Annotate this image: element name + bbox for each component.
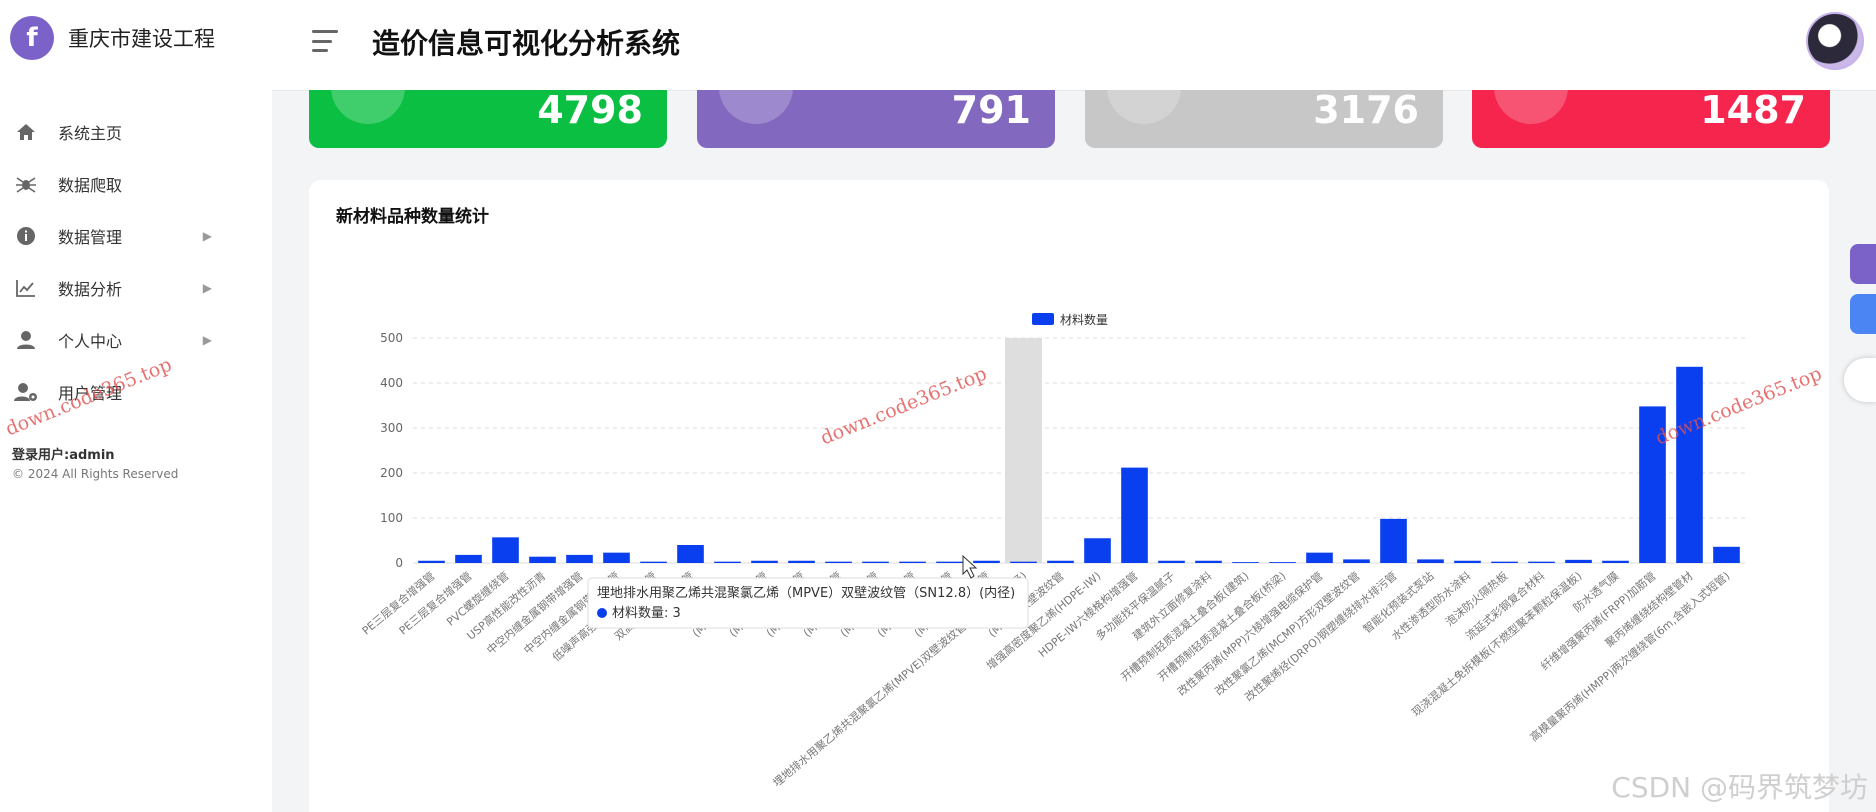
x-tick-label: PVC螺旋缠绕管 bbox=[444, 569, 512, 629]
theme-fab[interactable] bbox=[1850, 294, 1876, 334]
chevron-right-icon: ▶ bbox=[202, 281, 212, 295]
y-tick-label: 200 bbox=[380, 466, 403, 480]
bar bbox=[899, 561, 926, 563]
sidebar-item-label: 数据管理 bbox=[58, 228, 123, 247]
bar bbox=[825, 561, 852, 563]
warning-icon bbox=[1494, 90, 1568, 124]
bar bbox=[640, 561, 667, 563]
bar bbox=[1195, 560, 1222, 563]
bar bbox=[1010, 561, 1037, 563]
chart-line-icon bbox=[14, 276, 38, 300]
bar bbox=[1565, 559, 1592, 563]
sidebar-item-label: 数据爬取 bbox=[58, 176, 123, 195]
bar bbox=[1158, 560, 1185, 563]
bar bbox=[1602, 560, 1629, 563]
tooltip-title: 埋地排水用聚乙烯共混聚氯乙烯（MPVE）双壁波纹管（SN12.8）(内径) bbox=[597, 585, 1015, 601]
x-tick-label: 泡沫防火隔热板 bbox=[1442, 569, 1510, 629]
bar bbox=[973, 560, 1000, 563]
stat-value: 791 bbox=[951, 90, 1031, 132]
brand[interactable]: f 重庆市建设工程 bbox=[10, 16, 215, 60]
stat-card-3: 3176 bbox=[1085, 90, 1443, 148]
bar bbox=[862, 561, 889, 563]
bar bbox=[603, 552, 630, 563]
user-icon bbox=[14, 328, 38, 352]
bar bbox=[1528, 561, 1555, 563]
y-tick-label: 500 bbox=[380, 331, 403, 345]
bar bbox=[1491, 561, 1518, 563]
y-tick-label: 400 bbox=[380, 376, 403, 390]
plug-icon bbox=[1107, 90, 1181, 124]
csdn-watermark: CSDN @码界筑梦坊 bbox=[1611, 771, 1868, 804]
tooltip-value: 材料数量: 3 bbox=[612, 606, 681, 621]
bar bbox=[1121, 467, 1148, 563]
stat-card-4: 1487 bbox=[1472, 90, 1830, 148]
bar bbox=[529, 556, 556, 563]
tooltip-marker bbox=[597, 608, 607, 618]
page-title: 造价信息可视化分析系统 bbox=[372, 27, 681, 60]
home-icon bbox=[14, 120, 38, 144]
legend-swatch bbox=[1032, 313, 1054, 325]
assistant-fab[interactable] bbox=[1844, 358, 1876, 402]
bar bbox=[1269, 562, 1296, 563]
bar bbox=[1713, 546, 1740, 563]
sidebar-item-home[interactable]: 系统主页 bbox=[0, 106, 272, 158]
settings-fab[interactable] bbox=[1850, 244, 1876, 284]
cursor-icon bbox=[962, 554, 978, 579]
y-tick-label: 300 bbox=[380, 421, 403, 435]
user-gear-icon bbox=[14, 380, 38, 404]
bar bbox=[714, 561, 741, 563]
sidebar-item-crawl[interactable]: 数据爬取 bbox=[0, 158, 272, 210]
y-tick-label: 0 bbox=[395, 556, 403, 570]
chart-tooltip: 埋地排水用聚乙烯共混聚氯乙烯（MPVE）双壁波纹管（SN12.8）(内径) 材料数… bbox=[587, 577, 1029, 629]
menu-toggle-icon[interactable] bbox=[312, 30, 338, 52]
chevron-right-icon: ▶ bbox=[202, 229, 212, 243]
bar bbox=[1343, 559, 1370, 563]
legend-label: 材料数量 bbox=[1060, 312, 1108, 327]
y-tick-label: 100 bbox=[380, 511, 403, 525]
header: 造价信息可视化分析系统 bbox=[272, 0, 1876, 91]
bar bbox=[1454, 560, 1481, 563]
chart-panel: 新材料品种数量统计 0 100 200 300 400 500 材料数量 PE三层复合增强管 P… bbox=[309, 180, 1829, 812]
recycle-icon bbox=[331, 90, 405, 124]
bar bbox=[418, 560, 445, 563]
login-user: 登录用户:admin bbox=[12, 448, 115, 463]
bar bbox=[1084, 538, 1111, 563]
bar bbox=[751, 560, 778, 563]
puzzle-icon bbox=[719, 90, 793, 124]
stat-value: 1487 bbox=[1700, 90, 1806, 132]
sidebar-item-label: 个人中心 bbox=[58, 332, 123, 351]
bar bbox=[1676, 366, 1703, 563]
bar bbox=[455, 554, 482, 563]
bar bbox=[566, 554, 593, 563]
bar bbox=[1380, 518, 1407, 563]
sidebar-item-data-manage[interactable]: 数据管理 ▶ bbox=[0, 210, 272, 262]
bar bbox=[492, 537, 519, 563]
stat-card-1: 4798 bbox=[309, 90, 667, 148]
stat-value: 4798 bbox=[537, 90, 643, 132]
bar bbox=[1232, 562, 1259, 563]
brand-logo: f bbox=[10, 16, 54, 60]
bar-chart[interactable]: 0100200300400500材料数量PE三层复合增强管PE三层复合增强管PV… bbox=[309, 180, 1829, 812]
brand-name: 重庆市建设工程 bbox=[68, 27, 215, 51]
bar bbox=[936, 561, 963, 563]
sidebar-item-label: 数据分析 bbox=[58, 280, 123, 299]
sidebar-item-data-analysis[interactable]: 数据分析 ▶ bbox=[0, 262, 272, 314]
highlight-band bbox=[1005, 338, 1042, 563]
bar bbox=[1306, 552, 1333, 563]
copyright: © 2024 All Rights Reserved bbox=[12, 467, 179, 481]
stat-value: 3176 bbox=[1313, 90, 1419, 132]
sidebar-item-label: 系统主页 bbox=[58, 124, 123, 143]
bar bbox=[1047, 560, 1074, 563]
info-icon bbox=[14, 224, 38, 248]
bar bbox=[788, 560, 815, 563]
chevron-right-icon: ▶ bbox=[202, 333, 212, 347]
avatar[interactable] bbox=[1806, 12, 1864, 70]
sidebar-item-profile[interactable]: 个人中心 ▶ bbox=[0, 314, 272, 366]
bar bbox=[1417, 559, 1444, 563]
stat-card-2: 791 bbox=[697, 90, 1055, 148]
x-tick-label: 现浇混凝土免拆模板(不燃型聚苯颗粒保温板) bbox=[1409, 569, 1585, 720]
bar bbox=[677, 545, 704, 563]
spider-icon bbox=[14, 172, 38, 196]
